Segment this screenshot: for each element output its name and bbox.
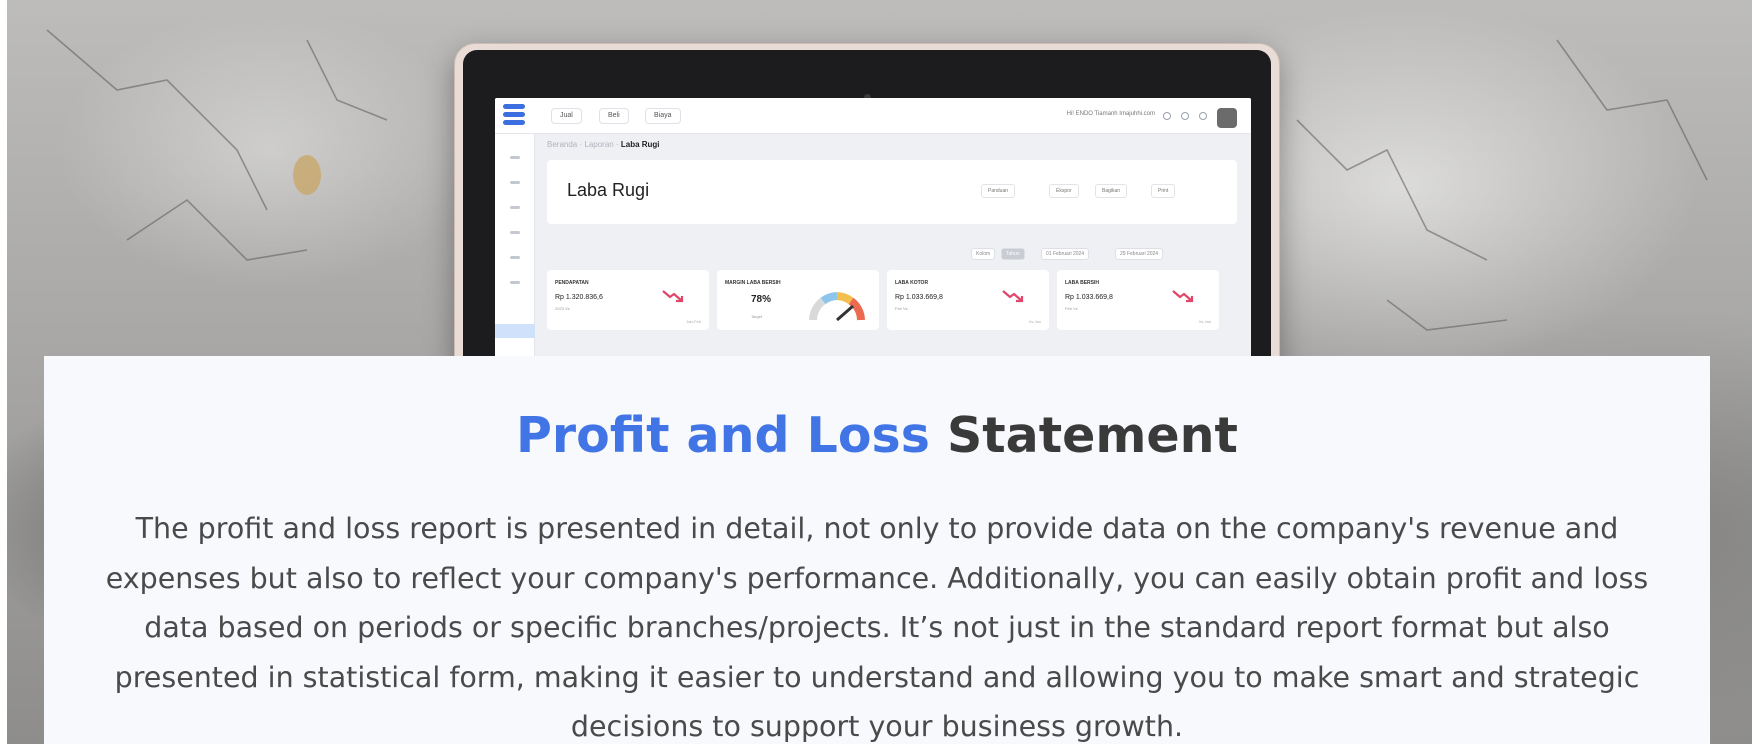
kpi-value: Rp 1.320.836,6	[555, 294, 603, 301]
laptop-bezel: Jual Beli Biaya Hi! ENDO Tiamanh Imajuhh…	[463, 50, 1271, 380]
share-button[interactable]: Bagikan	[1095, 184, 1128, 198]
sidebar-item[interactable]	[509, 206, 520, 209]
margin-gauge	[809, 292, 865, 322]
app-sidebar	[495, 134, 535, 380]
laptop-screen: Jual Beli Biaya Hi! ENDO Tiamanh Imajuhh…	[495, 98, 1251, 380]
tab-beli[interactable]: Beli	[599, 108, 629, 124]
kpi-label: LABA BERSIH	[1065, 280, 1099, 286]
page-header: Laba Rugi Panduan Ekspor Bagikan Print	[547, 160, 1237, 224]
tab-jual[interactable]: Jual	[551, 108, 582, 124]
sidebar-item-active[interactable]	[495, 324, 535, 338]
breadcrumb: Beranda · Laporan · Laba Rugi	[547, 140, 660, 149]
feature-panel: Profit and Loss Statement The profit and…	[44, 356, 1710, 744]
kpi-sub: Target	[751, 314, 763, 319]
heading-accent: Profit and Loss	[516, 407, 930, 464]
notification-icon[interactable]	[1199, 112, 1207, 120]
guide-button[interactable]: Panduan	[981, 184, 1016, 198]
kpi-sub: 2023 Vs	[555, 306, 570, 311]
kpi-label: MARGIN LABA BERSIH	[725, 280, 781, 286]
sidebar-item[interactable]	[509, 256, 520, 259]
settings-icon[interactable]	[1181, 112, 1189, 120]
heading-rest: Statement	[946, 407, 1238, 464]
kpi-foot: Jan-Feb	[686, 319, 701, 324]
kpi-value: Rp 1.033.669,8	[895, 294, 943, 301]
sidebar-item[interactable]	[509, 231, 520, 234]
trend-down-icon	[662, 290, 684, 303]
kpi-label: LABA KOTOR	[895, 280, 929, 286]
kpi-sub: Feb Vs	[895, 306, 908, 311]
date-from-input[interactable]: 01 Februari 2024	[1041, 248, 1090, 260]
app-logo-icon	[503, 104, 525, 128]
tab-biaya[interactable]: Biaya	[645, 108, 681, 124]
kpi-card-margin[interactable]: MARGIN LABA BERSIH 78% Target	[717, 270, 879, 330]
kpi-card-laba-kotor[interactable]: LABA KOTOR Rp 1.033.669,8 Feb Vs Vs Jan	[887, 270, 1049, 330]
kpi-card-pendapatan[interactable]: PENDAPATAN Rp 1.320.836,6 2023 Vs Jan-Fe…	[547, 270, 709, 330]
kpi-foot: Vs Jan	[1198, 319, 1211, 324]
date-to-input[interactable]: 29 Februari 2024	[1115, 248, 1164, 260]
toggle-tahun[interactable]: Tahun	[1001, 248, 1025, 260]
kpi-sub: Feb Vs	[1065, 306, 1078, 311]
breadcrumb-current: Laba Rugi	[620, 140, 660, 149]
sidebar-item[interactable]	[509, 281, 520, 284]
kpi-label: PENDAPATAN	[555, 280, 589, 286]
avatar[interactable]	[1217, 108, 1237, 128]
page-title: Laba Rugi	[567, 180, 650, 200]
breadcrumb-section[interactable]: Laporan	[584, 140, 613, 149]
laptop: Jual Beli Biaya Hi! ENDO Tiamanh Imajuhh…	[455, 44, 1279, 380]
user-email: Hi! ENDO Tiamanh Imajuhhi.com	[1066, 111, 1155, 117]
kpi-value: Rp 1.033.669,8	[1065, 294, 1113, 301]
trend-down-icon	[1172, 290, 1194, 303]
export-button[interactable]: Ekspor	[1049, 184, 1079, 198]
sidebar-item[interactable]	[509, 181, 520, 184]
section-heading: Profit and Loss Statement	[44, 407, 1710, 464]
help-icon[interactable]	[1163, 112, 1171, 120]
kpi-card-laba-bersih[interactable]: LABA BERSIH Rp 1.033.669,8 Feb Vs Vs Jan	[1057, 270, 1219, 330]
print-button[interactable]: Print	[1151, 184, 1176, 198]
app-topbar: Jual Beli Biaya Hi! ENDO Tiamanh Imajuhh…	[495, 98, 1251, 134]
trend-down-icon	[1002, 290, 1024, 303]
sidebar-item[interactable]	[509, 156, 520, 159]
kpi-foot: Vs Jan	[1028, 319, 1041, 324]
toggle-kolom[interactable]: Kolom	[971, 248, 996, 260]
kpi-value: 78%	[751, 294, 772, 305]
breadcrumb-home[interactable]: Beranda	[547, 140, 577, 149]
section-description: The profit and loss report is presented …	[105, 512, 1649, 743]
